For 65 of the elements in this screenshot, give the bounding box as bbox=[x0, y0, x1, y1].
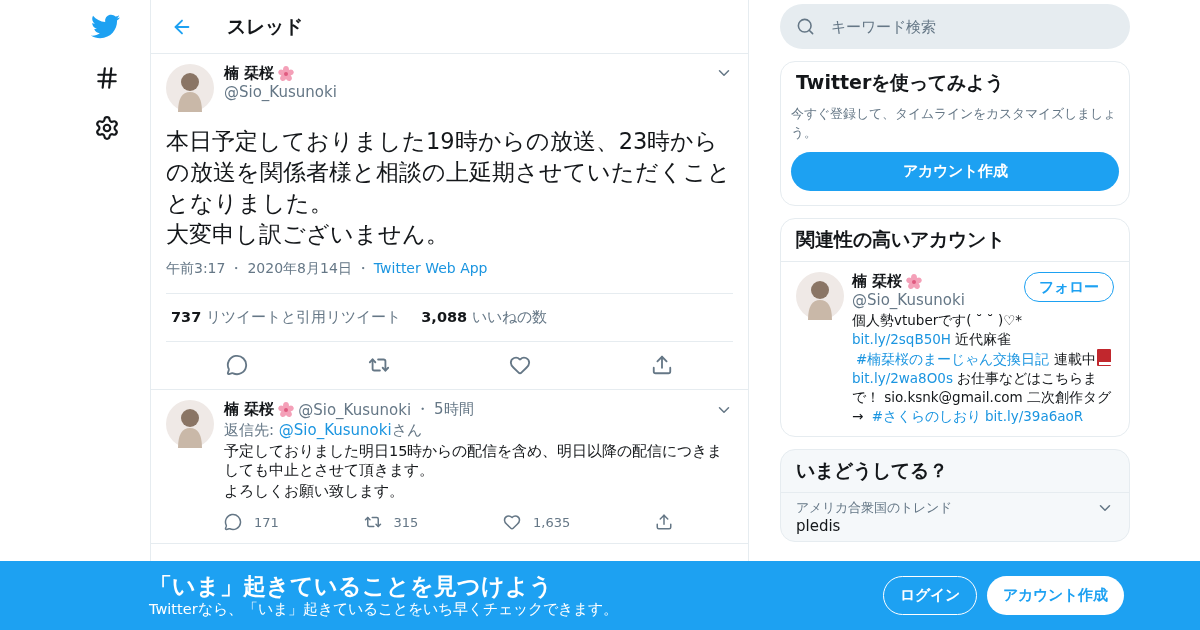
search-icon bbox=[796, 17, 815, 36]
tweet-meta: ・ bbox=[355, 260, 370, 278]
flower-icon bbox=[278, 65, 295, 82]
share-button[interactable] bbox=[655, 513, 673, 531]
tweet-stat[interactable]: 737 リツイートと引用リツイート bbox=[171, 308, 402, 327]
share-button[interactable] bbox=[651, 354, 674, 376]
retweet-button[interactable]: 315 bbox=[363, 513, 419, 531]
search-field[interactable]: キーワード検索 bbox=[829, 16, 1027, 37]
avatar-icon[interactable] bbox=[166, 400, 214, 448]
bio-link[interactable]: bit.ly/39a6aoR bbox=[985, 408, 1084, 424]
source-link[interactable]: Twitter Web App bbox=[373, 260, 488, 278]
trend-name[interactable]: pledis bbox=[796, 517, 952, 535]
reply-button[interactable] bbox=[225, 354, 248, 376]
share-icon bbox=[655, 513, 673, 531]
page-title: スレッド bbox=[227, 13, 303, 39]
tweet-meta: 2020年8月14日 bbox=[247, 260, 352, 278]
like-button[interactable]: 1,635 bbox=[503, 513, 571, 531]
like-button[interactable] bbox=[509, 354, 532, 376]
tweet-age: 5時間 bbox=[434, 400, 474, 419]
hashtag-icon[interactable] bbox=[94, 65, 120, 91]
user-name[interactable]: 楠 栞桜 bbox=[224, 64, 275, 83]
mention-link[interactable]: @Sio_Kusunoki bbox=[278, 421, 392, 439]
sign-up-button[interactable]: アカウント作成 bbox=[791, 152, 1119, 191]
reply-text: よろしくお願い致します。 bbox=[224, 482, 405, 501]
speech-bubble-icon bbox=[224, 513, 242, 531]
user-handle[interactable]: @Sio_Kusunoki bbox=[852, 291, 1014, 309]
reply-button[interactable]: 171 bbox=[224, 513, 279, 531]
bio-link[interactable]: bit.ly/2wa8O0s bbox=[852, 370, 953, 386]
card-title: Twitterを使ってみよう bbox=[795, 70, 1006, 95]
bio-link[interactable]: #楠栞桜のまーじゃん交換日記 bbox=[856, 351, 1050, 367]
flower-icon bbox=[278, 401, 295, 418]
tweet-text: 本日予定しておりました19時からの放送、23時からの放送を関係者様と相談の上延期させていただくこととなりました。 bbox=[166, 127, 732, 218]
banner-subtitle: Twitterなら、「いま」起きていることをいち早くチェックできます。 bbox=[149, 600, 619, 619]
bio-link[interactable]: #さくらのしおり bbox=[871, 408, 981, 424]
reply-to-line: 返信先: @Sio_Kusunokiさん bbox=[224, 421, 423, 440]
share-icon bbox=[651, 354, 674, 376]
book-icon bbox=[1095, 349, 1112, 366]
user-handle[interactable]: @Sio_Kusunoki bbox=[298, 400, 412, 419]
card-title: 関連性の高いアカウント bbox=[795, 227, 1006, 252]
heart-icon bbox=[503, 513, 522, 531]
avatar-icon[interactable] bbox=[166, 64, 214, 112]
user-name[interactable]: 楠 栞桜 bbox=[852, 272, 903, 291]
separator-dot: ・ bbox=[415, 400, 431, 419]
card-text: 今すぐ登録して、タイムラインをカスタマイズしましょう。 bbox=[791, 105, 1117, 142]
card-title: いまどうしてる？ bbox=[795, 458, 949, 483]
speech-bubble-icon bbox=[225, 354, 248, 376]
reply-text: 予定しておりました明日15時からの配信を含め、明日以降の配信につきましても中止とさせて頂きます。 bbox=[224, 442, 724, 480]
tweet-meta: 午前3:17 bbox=[166, 260, 226, 278]
heart-icon bbox=[509, 354, 532, 376]
account-bio: 個人勢vtuberです( ˘ ˘ )♡* bit.ly/2sqB50H 近代麻雀 #楠栞桜のまーじゃん交換日記 連載中 bit.ly/2wa8O0s お仕事などはこちらまで！ sio.ksnk@gmail.com 二次創作タグ → #さくらのしおり bit.ly/39a6aoR bbox=[852, 311, 1113, 426]
bio-link[interactable]: bit.ly/2sqB50H bbox=[852, 331, 951, 347]
user-name[interactable]: 楠 栞桜 bbox=[224, 400, 275, 419]
flower-icon bbox=[906, 273, 923, 290]
bird-logo-icon[interactable] bbox=[91, 12, 120, 41]
tweet-stat[interactable]: 3,088 いいねの数 bbox=[421, 308, 548, 327]
search-box[interactable]: キーワード検索 bbox=[780, 4, 1130, 49]
tweet-meta: ・ bbox=[229, 260, 244, 278]
follow-button[interactable]: フォロー bbox=[1024, 272, 1114, 302]
trend-context: アメリカ合衆国のトレンド bbox=[796, 499, 952, 517]
tweet-text: 大変申し訳ございません。 bbox=[166, 220, 450, 249]
user-handle[interactable]: @Sio_Kusunoki bbox=[224, 83, 705, 101]
settings-icon[interactable] bbox=[94, 115, 120, 141]
banner-title: 「いま」起きていることを見つけよう bbox=[149, 572, 554, 600]
sign-up-button[interactable]: アカウント作成 bbox=[987, 576, 1124, 615]
avatar-icon[interactable] bbox=[796, 272, 844, 320]
